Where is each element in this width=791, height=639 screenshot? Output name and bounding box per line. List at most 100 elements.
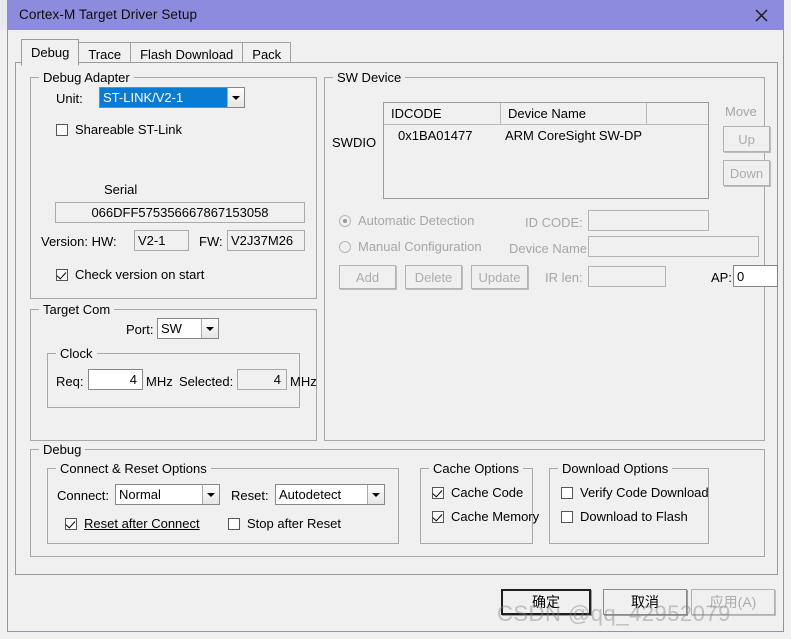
apply-button-label: 应用(A) — [709, 594, 757, 610]
manual-configuration-radio[interactable]: Manual Configuration — [339, 239, 482, 254]
tab-trace-label: Trace — [88, 47, 122, 62]
id-code-label: ID CODE: — [525, 215, 583, 230]
chevron-down-icon[interactable] — [202, 485, 219, 504]
shareable-st-link-checkbox[interactable]: Shareable ST-Link — [56, 122, 182, 137]
cache-memory-checkbox[interactable]: Cache Memory — [432, 509, 539, 524]
cache-code-label: Cache Code — [451, 485, 524, 500]
cell-idcode: 0x1BA01477 — [398, 127, 473, 143]
reset-combobox[interactable]: Autodetect — [275, 484, 385, 505]
req-label: Req: — [56, 374, 84, 389]
column-header-extra[interactable] — [647, 103, 708, 125]
cell-device-name: ARM CoreSight SW-DP — [505, 127, 643, 143]
cache-code-checkbox[interactable]: Cache Code — [432, 485, 523, 500]
selected-unit-label: MHz — [290, 374, 317, 389]
reset-combobox-value: Autodetect — [279, 487, 342, 502]
reset-after-connect-label: Reset after Connect — [84, 516, 200, 531]
hw-version-field[interactable]: V2-1 — [134, 230, 189, 251]
screen-root: Cortex-M Target Driver Setup Debug Trace… — [0, 0, 791, 639]
cache-options-group: Cache Options Cache Code Cache Memory — [420, 461, 539, 544]
port-label: Port: — [126, 322, 154, 337]
automatic-detection-radio[interactable]: Automatic Detection — [339, 213, 474, 228]
desktop-right-strip — [783, 0, 791, 639]
add-button[interactable]: Add — [339, 265, 396, 289]
verify-code-download-checkbox[interactable]: Verify Code Download — [561, 485, 709, 500]
tab-pack-label: Pack — [252, 47, 282, 62]
connect-combobox-value: Normal — [119, 487, 161, 502]
sw-device-list[interactable]: IDCODE Device Name 0x1BA01477 ARM CoreSi… — [383, 102, 709, 199]
serial-field[interactable]: 066DFF575356667867153058 — [55, 202, 305, 223]
download-to-flash-checkbox[interactable]: Download to Flash — [561, 509, 688, 524]
ir-len-label: IR len: — [545, 270, 583, 285]
target-com-legend: Target Com — [39, 302, 115, 317]
table-row[interactable]: 0x1BA01477 ARM CoreSight SW-DP — [384, 125, 708, 145]
port-combobox[interactable]: SW — [157, 318, 219, 339]
download-to-flash-label: Download to Flash — [580, 509, 688, 524]
cache-memory-label: Cache Memory — [451, 509, 540, 524]
manual-configuration-label: Manual Configuration — [358, 239, 482, 254]
req-clock-field[interactable]: 4 — [88, 369, 143, 390]
connect-reset-options-group: Connect & Reset Options Connect: Normal … — [47, 461, 399, 544]
debug-options-group: Debug Connect & Reset Options Connect: N… — [30, 442, 765, 557]
selected-clock-field: 4 — [237, 369, 287, 390]
sw-device-list-header: IDCODE Device Name — [384, 103, 708, 125]
tab-flash-download-label: Flash Download — [140, 47, 234, 62]
chevron-down-icon[interactable] — [201, 319, 218, 338]
update-button[interactable]: Update — [471, 265, 528, 289]
close-button[interactable] — [739, 0, 783, 30]
move-down-button[interactable]: Down — [723, 160, 770, 186]
device-name-field[interactable] — [588, 236, 759, 257]
download-options-group: Download Options Verify Code Download Do… — [549, 461, 709, 544]
check-version-on-start-checkbox[interactable]: Check version on start — [56, 267, 204, 282]
column-header-idcode[interactable]: IDCODE — [384, 103, 501, 125]
move-label: Move — [725, 104, 757, 119]
ap-label: AP: — [711, 270, 732, 285]
chevron-down-icon[interactable] — [367, 485, 384, 504]
reset-after-connect-checkbox[interactable]: Reset after Connect — [65, 516, 200, 531]
port-combobox-value: SW — [161, 321, 182, 336]
serial-label: Serial — [104, 182, 138, 197]
target-com-group: Target Com Port: SW Clock Req: 4 MHz Sel… — [30, 302, 317, 441]
ir-len-field[interactable] — [588, 266, 666, 287]
delete-button[interactable]: Delete — [405, 265, 462, 289]
tab-debug[interactable]: Debug — [21, 39, 80, 66]
debug-tab-page: Debug Adapter Unit: ST-LINK/V2-1 Shareab… — [15, 62, 778, 575]
cache-options-legend: Cache Options — [429, 461, 523, 476]
connect-combobox[interactable]: Normal — [115, 484, 220, 505]
window-title: Cortex-M Target Driver Setup — [19, 7, 198, 22]
version-hw-label: Version: HW: — [41, 234, 117, 249]
sw-device-group: SW Device SWDIO IDCODE Device Name 0x1BA… — [324, 70, 778, 441]
move-down-button-label: Down — [729, 165, 764, 181]
unit-combobox[interactable]: ST-LINK/V2-1 — [99, 87, 245, 108]
column-header-device-name[interactable]: Device Name — [501, 103, 647, 125]
automatic-detection-label: Automatic Detection — [358, 213, 475, 228]
cancel-button[interactable]: 取消 — [603, 589, 687, 615]
automatic-detection-radio-dot — [339, 214, 351, 227]
tab-debug-label: Debug — [31, 45, 70, 60]
req-unit-label: MHz — [146, 374, 173, 389]
ok-button-label: 确定 — [532, 594, 560, 610]
desktop-bottom-strip — [0, 631, 791, 639]
clock-group: Clock Req: 4 MHz Selected: 4 MHz — [47, 346, 317, 408]
download-options-legend: Download Options — [558, 461, 673, 476]
connect-label: Connect: — [57, 488, 110, 503]
stop-after-reset-checkbox[interactable]: Stop after Reset — [228, 516, 341, 531]
delete-button-label: Delete — [414, 269, 453, 285]
debug-adapter-group: Debug Adapter Unit: ST-LINK/V2-1 Shareab… — [30, 70, 317, 299]
reset-after-connect-checkbox-box — [65, 517, 77, 530]
apply-button[interactable]: 应用(A) — [691, 589, 775, 615]
id-code-field[interactable] — [588, 210, 709, 231]
debug-adapter-legend: Debug Adapter — [39, 70, 134, 85]
move-up-button[interactable]: Up — [723, 126, 770, 152]
verify-code-download-checkbox-box — [561, 486, 573, 499]
chevron-down-icon[interactable] — [227, 88, 244, 107]
unit-combobox-value: ST-LINK/V2-1 — [100, 88, 227, 107]
fw-version-field[interactable]: V2J37M26 — [227, 230, 305, 251]
cache-code-checkbox-box — [432, 486, 444, 499]
manual-configuration-radio-dot — [339, 240, 351, 253]
ok-button[interactable]: 确定 — [501, 589, 591, 615]
stop-after-reset-label: Stop after Reset — [247, 516, 341, 531]
swdio-label: SWDIO — [332, 135, 377, 150]
move-up-button-label: Up — [738, 131, 755, 147]
ap-field[interactable]: 0 — [733, 265, 778, 287]
unit-label: Unit: — [56, 91, 83, 106]
